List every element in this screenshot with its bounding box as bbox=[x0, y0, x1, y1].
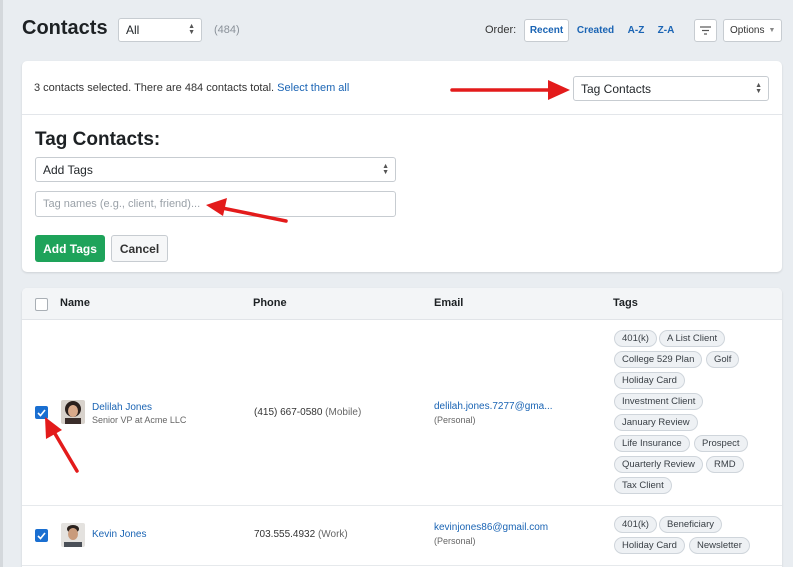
order-recent-button[interactable]: Recent bbox=[524, 19, 569, 42]
filter-lines-icon bbox=[700, 26, 711, 35]
selection-text: 3 contacts selected. There are 484 conta… bbox=[34, 82, 275, 94]
select-all-checkbox[interactable] bbox=[35, 298, 48, 311]
selection-summary: 3 contacts selected. There are 484 conta… bbox=[34, 82, 349, 94]
order-za-button[interactable]: Z-A bbox=[654, 19, 678, 42]
cancel-button[interactable]: Cancel bbox=[111, 235, 168, 262]
check-icon bbox=[37, 531, 46, 540]
bulk-action-card: 3 contacts selected. There are 484 conta… bbox=[22, 61, 782, 272]
phone-number: 703.555.4932 bbox=[254, 529, 316, 540]
window-edge bbox=[0, 0, 3, 567]
select-arrows-icon: ▲ ▼ bbox=[382, 162, 389, 176]
caret-down-icon: ▼ bbox=[768, 27, 776, 34]
tag-mode-value: Add Tags bbox=[43, 162, 93, 177]
tag-chip[interactable]: 401(k) bbox=[614, 330, 657, 347]
contact-phone: 703.555.4932 (Work) bbox=[254, 529, 348, 540]
contact-email-link[interactable]: delilah.jones.7277@gma... bbox=[434, 401, 553, 412]
tag-chip[interactable]: A List Client bbox=[659, 330, 726, 347]
page-header: Contacts All ▲ ▼ (484) Order: Recent Crea… bbox=[0, 0, 793, 60]
tag-chip[interactable]: Prospect bbox=[694, 435, 748, 452]
table-row[interactable]: Delilah Jones Senior VP at Acme LLC (415… bbox=[22, 320, 782, 506]
divider bbox=[22, 114, 782, 115]
avatar bbox=[61, 523, 85, 547]
select-arrows-icon: ▲ ▼ bbox=[188, 23, 195, 36]
order-label: Order: bbox=[485, 24, 517, 36]
filter-button[interactable] bbox=[694, 19, 717, 42]
contact-filter-select[interactable]: All ▲ ▼ bbox=[118, 18, 202, 42]
contact-name-link[interactable]: Kevin Jones bbox=[92, 529, 146, 540]
email-type: (Personal) bbox=[434, 415, 476, 425]
contact-title: Senior VP at Acme LLC bbox=[92, 415, 187, 425]
tag-chip[interactable]: Holiday Card bbox=[614, 372, 685, 389]
contacts-table: Name Phone Email Tags Delilah Jones Seni… bbox=[22, 288, 782, 567]
tag-chip[interactable]: Quarterly Review bbox=[614, 456, 703, 473]
tag-chip[interactable]: Newsletter bbox=[689, 537, 750, 554]
phone-number: (415) 667-0580 bbox=[254, 407, 323, 418]
bulk-action-value: Tag Contacts bbox=[581, 81, 652, 96]
contact-email-link[interactable]: kevinjones86@gmail.com bbox=[434, 522, 548, 533]
tag-chip[interactable]: Tax Client bbox=[614, 477, 672, 494]
contact-phone: (415) 667-0580 (Mobile) bbox=[254, 407, 361, 418]
tag-chip[interactable]: 401(k) bbox=[614, 516, 657, 533]
phone-type: (Work) bbox=[317, 529, 348, 540]
email-type: (Personal) bbox=[434, 536, 476, 546]
column-phone: Phone bbox=[253, 297, 287, 309]
tag-mode-select[interactable]: Add Tags ▲ ▼ bbox=[35, 157, 396, 182]
filter-select-value: All bbox=[126, 23, 140, 37]
tag-chip[interactable]: Investment Client bbox=[614, 393, 704, 410]
column-name: Name bbox=[60, 297, 90, 309]
tag-chip[interactable]: College 529 Plan bbox=[614, 351, 703, 368]
select-all-link[interactable]: Select them all bbox=[277, 82, 349, 94]
tag-names-input[interactable] bbox=[35, 191, 396, 217]
row-checkbox[interactable] bbox=[35, 529, 48, 542]
order-az-button[interactable]: A-Z bbox=[624, 19, 648, 42]
table-header: Name Phone Email Tags bbox=[22, 288, 782, 320]
select-arrows-icon: ▲ ▼ bbox=[755, 81, 762, 95]
row-checkbox[interactable] bbox=[35, 406, 48, 419]
contact-count: (484) bbox=[214, 24, 240, 36]
tag-chip[interactable]: January Review bbox=[614, 414, 698, 431]
tag-chip[interactable]: Life Insurance bbox=[614, 435, 690, 452]
bulk-action-select[interactable]: Tag Contacts ▲ ▼ bbox=[573, 76, 769, 101]
page-title: Contacts bbox=[22, 17, 108, 39]
options-label: Options bbox=[730, 25, 765, 36]
add-tags-button[interactable]: Add Tags bbox=[35, 235, 105, 262]
check-icon bbox=[37, 408, 46, 417]
avatar bbox=[61, 400, 85, 424]
column-email: Email bbox=[434, 297, 464, 309]
phone-type: (Mobile) bbox=[325, 407, 362, 418]
table-row[interactable]: Kevin Jones 703.555.4932 (Work) kevinjon… bbox=[22, 506, 782, 566]
tag-chip[interactable]: Beneficiary bbox=[659, 516, 722, 533]
tag-chip[interactable]: Golf bbox=[706, 351, 740, 368]
options-button[interactable]: Options ▼ bbox=[723, 19, 782, 42]
order-created-button[interactable]: Created bbox=[574, 19, 617, 42]
tag-chip[interactable]: RMD bbox=[706, 456, 744, 473]
tag-contacts-heading: Tag Contacts: bbox=[35, 129, 161, 150]
column-tags: Tags bbox=[613, 297, 638, 309]
contact-name-link[interactable]: Delilah Jones bbox=[92, 402, 152, 413]
tag-chip[interactable]: Holiday Card bbox=[614, 537, 685, 554]
